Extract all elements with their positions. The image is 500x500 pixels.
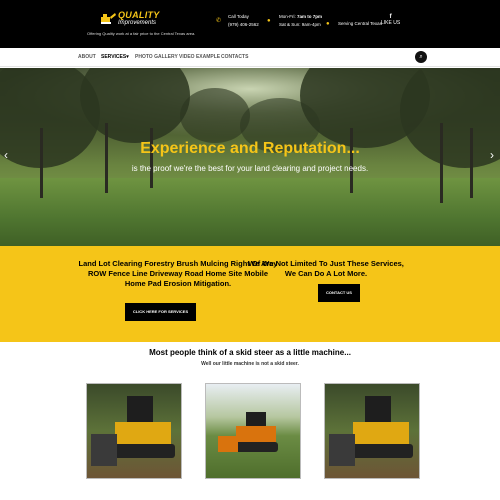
hero-subtitle: is the proof we're the best for your lan…: [131, 164, 369, 173]
excavator-icon: [101, 13, 116, 24]
machine-body: [353, 422, 409, 444]
hero-slider: ‹ › Experience and Reputation... is the …: [0, 68, 500, 246]
machine-photo[interactable]: [324, 383, 420, 479]
phone-icon: ✆: [216, 18, 222, 24]
services-band: Land Lot Clearing Forestry Brush Mulcing…: [0, 246, 500, 342]
social-label: LIKE US: [381, 20, 401, 26]
service-area-text: Serving Central Texas: [338, 21, 382, 26]
machine-photo[interactable]: [205, 383, 301, 479]
tagline: Offering Quality work at a fair price to…: [87, 31, 196, 36]
mulcher-head: [218, 436, 238, 452]
clock-icon: ●: [267, 18, 271, 24]
tree-trunk: [470, 128, 473, 198]
nav-item-photo-gallery[interactable]: PHOTO GALLERY: [135, 54, 178, 60]
machine-track: [234, 442, 278, 452]
hero-title: Experience and Reputation...: [140, 140, 360, 157]
tree-trunk: [40, 128, 43, 198]
search-icon[interactable]: ⌕: [415, 51, 427, 63]
logo-subtitle: Improvements: [118, 20, 157, 26]
machine-body: [115, 422, 171, 444]
contact-us-button[interactable]: CONTACT US: [318, 284, 360, 302]
machine-body: [236, 426, 276, 442]
machine-track: [111, 444, 175, 458]
tree-trunk: [105, 123, 108, 193]
hours-weekday-prefix: Mon-Fri:: [279, 14, 297, 19]
nav-item-about[interactable]: ABOUT: [78, 54, 96, 60]
tree-trunk: [440, 123, 443, 203]
mulcher-head: [91, 434, 117, 466]
machine-subline: Well our little machine is not a skid st…: [201, 361, 299, 367]
call-info[interactable]: ✆ Call Today (979) 406-2562: [216, 13, 259, 29]
service-area: ● Serving Central Texas: [326, 20, 382, 28]
more-services-text: We Are Not Limited To Just These Service…: [248, 259, 404, 278]
machine-cab: [127, 396, 153, 424]
nav-item-services[interactable]: SERVICES▾: [101, 54, 129, 60]
call-label: Call Today: [228, 14, 249, 19]
top-bar: QUALITY Improvements Offering Quality wo…: [0, 0, 500, 48]
tree-trunk: [350, 128, 353, 193]
tree-canopy: [180, 88, 250, 143]
phone-number[interactable]: (979) 406-2562: [228, 21, 259, 29]
hero-grass: [0, 178, 500, 246]
nav-item-contacts[interactable]: CONTACTS: [221, 54, 248, 60]
main-nav: ABOUT SERVICES▾ PHOTO GALLERY VIDEO EXAM…: [0, 48, 500, 67]
logo[interactable]: QUALITY Improvements Offering Quality wo…: [84, 9, 214, 41]
mulcher-head: [329, 434, 355, 466]
hours-weekend: Sat & Sun: 9am-4pm: [279, 22, 321, 27]
hours-weekday: 7am to 7pm: [297, 14, 323, 19]
logo-title: QUALITY: [118, 10, 160, 20]
services-button[interactable]: CLICK HERE FOR SERVICES: [125, 303, 196, 321]
map-pin-icon: ●: [326, 21, 330, 27]
machine-track: [349, 444, 413, 458]
machine-headline: Most people think of a skid steer as a l…: [149, 348, 351, 357]
machine-photo[interactable]: [86, 383, 182, 479]
tree-trunk: [150, 128, 153, 188]
machine-cab: [365, 396, 391, 424]
nav-item-video-example[interactable]: VIDEO EXAMPLE: [179, 54, 220, 60]
hours-info: ● Mon-Fri: 7am to 7pm Sat & Sun: 9am-4pm: [267, 13, 323, 29]
social-facebook[interactable]: f LIKE US: [381, 14, 400, 26]
